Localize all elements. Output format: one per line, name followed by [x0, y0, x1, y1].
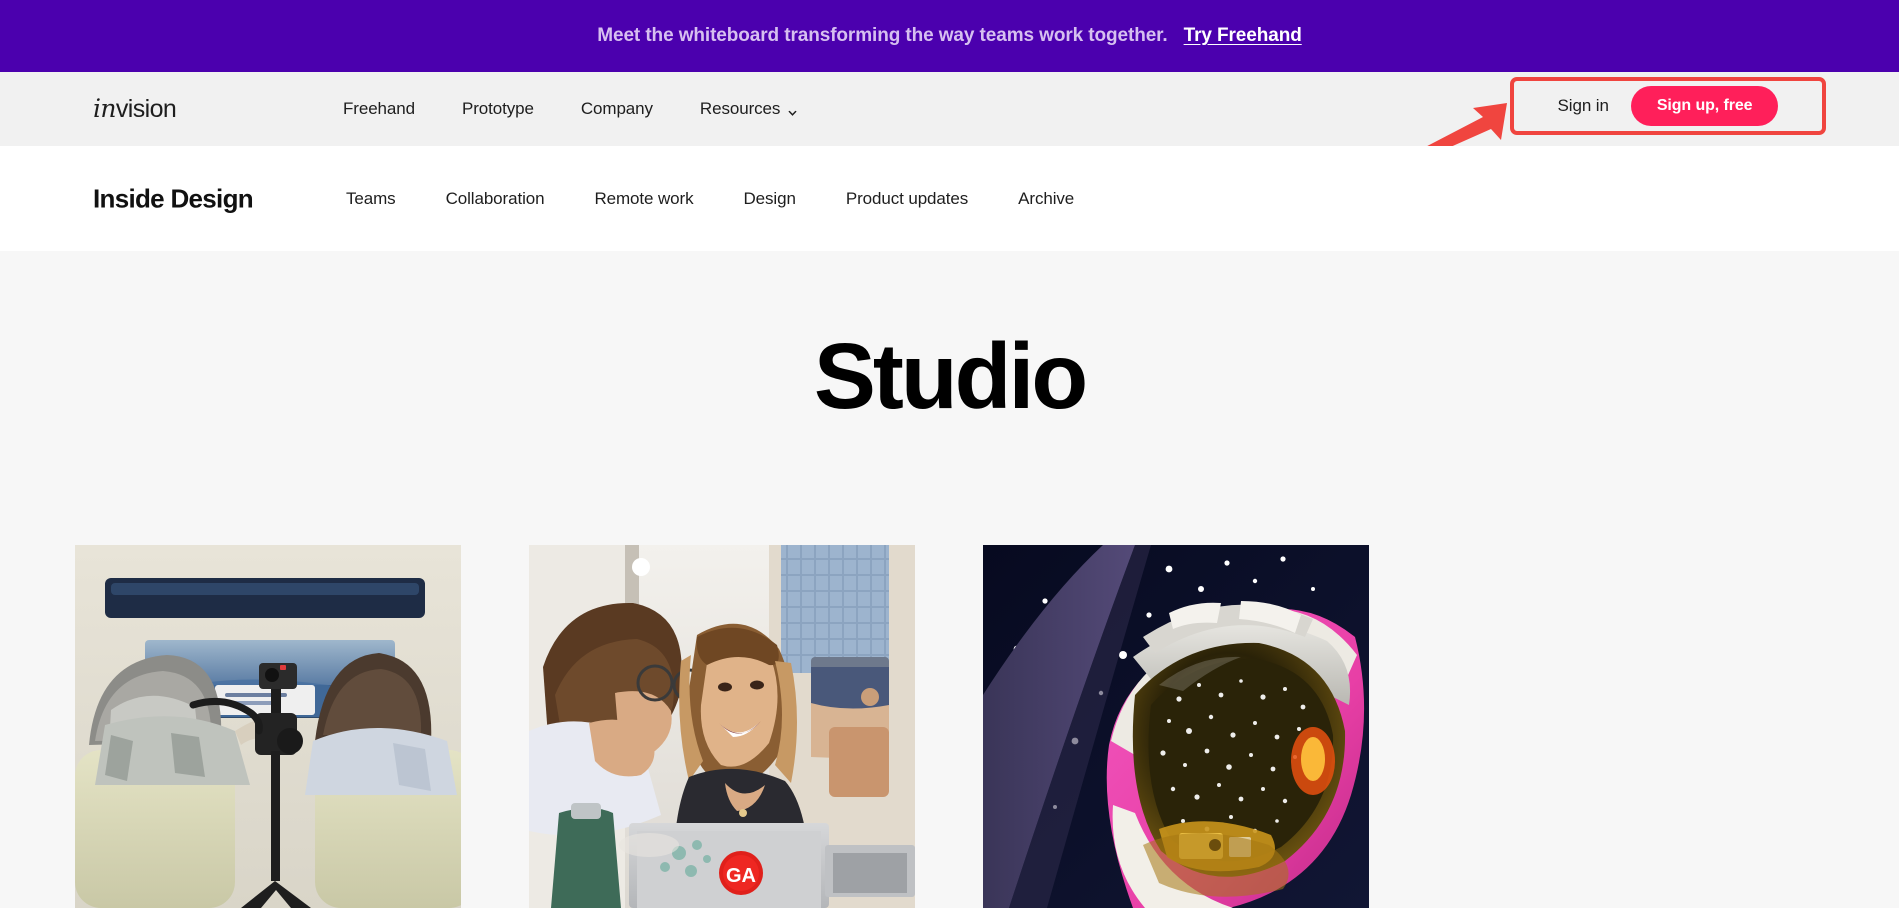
- nav-item-prototype[interactable]: Prototype: [462, 99, 534, 119]
- nav-item-company[interactable]: Company: [581, 99, 653, 119]
- nav-item-freehand-label: Freehand: [343, 99, 415, 118]
- article-card[interactable]: GA: [529, 545, 915, 908]
- nav-item-prototype-label: Prototype: [461, 99, 534, 118]
- page-title: Studio: [813, 324, 1088, 428]
- invision-logo-vision: vision: [115, 95, 177, 123]
- sub-nav-item-design[interactable]: Design: [744, 189, 796, 209]
- article-card-grid: GA: [75, 545, 1369, 908]
- chevron-down-icon: [787, 104, 798, 116]
- primary-nav-links: Freehand Prototype Company Resources: [343, 99, 798, 119]
- sub-nav-item-remote-work[interactable]: Remote work: [594, 189, 693, 209]
- try-freehand-link[interactable]: Try Freehand: [1184, 25, 1302, 47]
- article-card[interactable]: [75, 545, 461, 908]
- secondary-navigation-bar: Inside Design Teams Collaboration Remote…: [0, 146, 1899, 251]
- sign-in-link[interactable]: Sign in: [1558, 96, 1609, 116]
- sub-nav-item-teams[interactable]: Teams: [346, 189, 396, 209]
- hero-section: Studio GA: [0, 251, 1899, 908]
- nav-item-freehand[interactable]: Freehand: [343, 99, 415, 119]
- invision-logo[interactable]: invision: [93, 94, 177, 124]
- secondary-nav-links: Teams Collaboration Remote work Design P…: [346, 189, 1074, 209]
- promo-banner: Meet the whiteboard transforming the way…: [0, 0, 1899, 72]
- sub-nav-item-product-updates[interactable]: Product updates: [846, 189, 968, 209]
- promo-banner-text: Meet the whiteboard transforming the way…: [597, 25, 1168, 46]
- sub-nav-item-archive[interactable]: Archive: [1018, 189, 1074, 209]
- nav-item-resources[interactable]: Resources: [700, 99, 798, 119]
- car-interior-user-research-photo: [75, 545, 461, 908]
- article-card[interactable]: [983, 545, 1369, 908]
- nav-item-company-label: Company: [580, 99, 653, 118]
- auth-highlight-annotation-box: Sign in Sign up, free: [1510, 77, 1826, 135]
- office-collaboration-photo: GA: [529, 545, 915, 908]
- svg-text:GA: GA: [726, 865, 756, 887]
- astronaut-helmet-photo: [983, 545, 1369, 908]
- sub-nav-item-collaboration[interactable]: Collaboration: [446, 189, 545, 209]
- page-root: Meet the whiteboard transforming the way…: [0, 0, 1899, 908]
- invision-logo-in: in: [93, 94, 117, 123]
- nav-item-resources-label: Resources: [699, 99, 781, 118]
- sign-up-free-button[interactable]: Sign up, free: [1630, 86, 1779, 126]
- inside-design-brand[interactable]: Inside Design: [93, 183, 254, 214]
